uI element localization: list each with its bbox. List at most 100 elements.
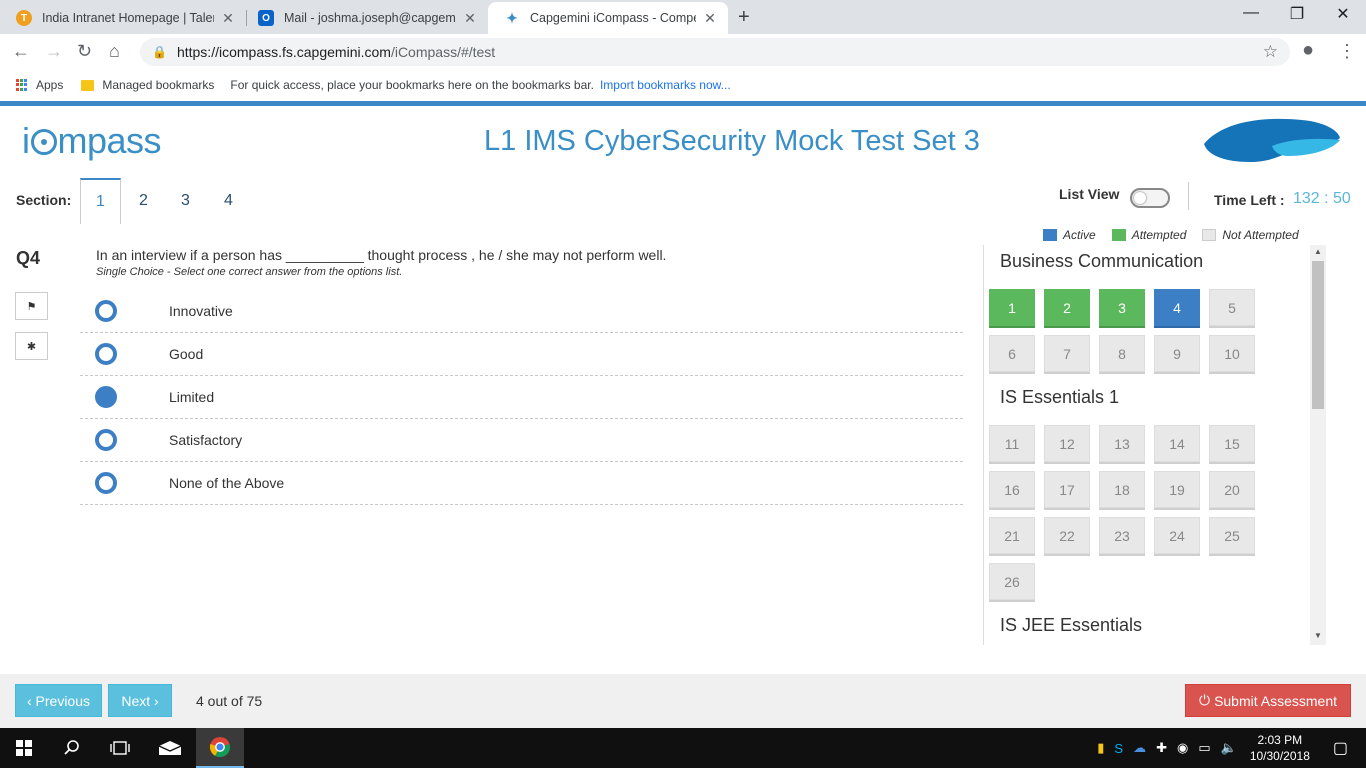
clock-date: 10/30/2018 bbox=[1249, 749, 1310, 763]
action-center-icon[interactable]: ▢ bbox=[1333, 738, 1348, 758]
question-button-13[interactable]: 13 bbox=[1099, 425, 1145, 462]
import-bookmarks-link[interactable]: Import bookmarks now... bbox=[600, 78, 731, 92]
question-button-14[interactable]: 14 bbox=[1154, 425, 1200, 462]
question-button-9[interactable]: 9 bbox=[1154, 335, 1200, 372]
header-accent-line bbox=[0, 101, 1366, 106]
minimize-icon[interactable]: — bbox=[1228, 4, 1274, 22]
question-button-8[interactable]: 8 bbox=[1099, 335, 1145, 372]
submit-assessment-button[interactable]: ⏻ Submit Assessment bbox=[1185, 684, 1351, 717]
taskbar-clock[interactable]: 2:03 PM 10/30/2018 bbox=[1250, 732, 1310, 764]
question-button-7[interactable]: 7 bbox=[1044, 335, 1090, 372]
section-bar: Section: 1 2 3 4 List View Time Left : 1… bbox=[0, 178, 1366, 224]
compass-icon: ✦ bbox=[506, 9, 518, 26]
question-button-19[interactable]: 19 bbox=[1154, 471, 1200, 508]
radio-button[interactable] bbox=[95, 300, 117, 322]
profile-icon[interactable]: ● bbox=[1302, 39, 1314, 62]
question-button-4[interactable]: 4 bbox=[1154, 289, 1200, 326]
scroll-down-icon[interactable]: ▼ bbox=[1310, 631, 1326, 640]
next-button[interactable]: Next › bbox=[108, 684, 172, 717]
option-row[interactable]: Good bbox=[80, 333, 963, 376]
logo-suffix: mpass bbox=[57, 120, 162, 161]
icompass-logo: i mpass bbox=[22, 120, 162, 162]
close-window-icon[interactable]: ✕ bbox=[1320, 4, 1366, 24]
question-palette: Business Communication 1 2 3 4 5 6 7 8 9 10 IS Esse… bbox=[983, 245, 1326, 645]
logo-prefix: i bbox=[22, 120, 30, 161]
managed-bookmarks[interactable]: Managed bookmarks bbox=[102, 78, 214, 92]
section-tab-2[interactable]: 2 bbox=[123, 178, 164, 224]
apps-grid-icon bbox=[16, 79, 28, 91]
browser-tab-mail[interactable]: O Mail - joshma.joseph@capgemin ✕ bbox=[242, 2, 488, 34]
question-button-20[interactable]: 20 bbox=[1209, 471, 1255, 508]
section-tab-4[interactable]: 4 bbox=[208, 178, 249, 224]
section-tab-1[interactable]: 1 bbox=[80, 178, 121, 224]
question-button-1[interactable]: 1 bbox=[989, 289, 1035, 326]
question-button-17[interactable]: 17 bbox=[1044, 471, 1090, 508]
new-tab-icon[interactable]: + bbox=[738, 6, 750, 29]
close-tab-icon[interactable]: ✕ bbox=[702, 10, 718, 27]
question-button-15[interactable]: 15 bbox=[1209, 425, 1255, 462]
task-view-icon[interactable] bbox=[96, 728, 144, 768]
radio-button[interactable] bbox=[95, 343, 117, 365]
question-button-12[interactable]: 12 bbox=[1044, 425, 1090, 462]
report-bug-button[interactable]: ✱ bbox=[15, 332, 48, 360]
power-icon: ⏻ bbox=[1198, 692, 1211, 708]
close-tab-icon[interactable]: ✕ bbox=[220, 10, 236, 27]
question-button-22[interactable]: 22 bbox=[1044, 517, 1090, 554]
clock-time: 2:03 PM bbox=[1257, 733, 1303, 747]
close-tab-icon[interactable]: ✕ bbox=[462, 10, 478, 27]
forward-icon[interactable]: → bbox=[45, 41, 63, 62]
section-label: Section: bbox=[16, 192, 72, 208]
chrome-taskbar-icon[interactable] bbox=[196, 728, 244, 768]
vpn-icon[interactable]: ◉ bbox=[1177, 740, 1188, 756]
option-row[interactable]: None of the Above bbox=[80, 462, 963, 505]
onedrive-icon[interactable]: ☁ bbox=[1133, 740, 1146, 756]
question-button-6[interactable]: 6 bbox=[989, 335, 1035, 372]
skype-icon[interactable]: S bbox=[1114, 741, 1123, 756]
tray-shield-icon[interactable]: ▮ bbox=[1097, 740, 1104, 756]
apps-shortcut[interactable]: Apps bbox=[16, 78, 63, 92]
radio-button-selected[interactable] bbox=[95, 386, 117, 408]
question-button-18[interactable]: 18 bbox=[1099, 471, 1145, 508]
mail-icon[interactable] bbox=[146, 728, 194, 768]
question-button-3[interactable]: 3 bbox=[1099, 289, 1145, 326]
question-button-26[interactable]: 26 bbox=[989, 563, 1035, 600]
defender-icon[interactable]: ✚ bbox=[1156, 740, 1167, 756]
bookmark-star-icon[interactable]: ☆ bbox=[1263, 42, 1278, 62]
maximize-icon[interactable]: ❐ bbox=[1274, 4, 1320, 24]
home-icon[interactable]: ⌂ bbox=[109, 41, 120, 62]
search-icon[interactable] bbox=[48, 728, 96, 768]
list-view-toggle[interactable] bbox=[1130, 188, 1170, 208]
browser-tab-intranet[interactable]: T India Intranet Homepage | Talent ✕ bbox=[0, 2, 246, 34]
question-button-11[interactable]: 11 bbox=[989, 425, 1035, 462]
question-button-24[interactable]: 24 bbox=[1154, 517, 1200, 554]
flag-button[interactable]: ⚑ bbox=[15, 292, 48, 320]
question-button-21[interactable]: 21 bbox=[989, 517, 1035, 554]
palette-scrollbar[interactable]: ▲ ▼ bbox=[1310, 245, 1326, 645]
question-button-2[interactable]: 2 bbox=[1044, 289, 1090, 326]
scroll-thumb[interactable] bbox=[1312, 261, 1324, 409]
browser-tab-icompass[interactable]: ✦ Capgemini iCompass - Compete ✕ bbox=[488, 2, 728, 34]
back-icon[interactable]: ← bbox=[12, 41, 30, 62]
network-icon[interactable]: ▭ bbox=[1198, 740, 1210, 756]
scroll-up-icon[interactable]: ▲ bbox=[1310, 247, 1326, 256]
question-button-5[interactable]: 5 bbox=[1209, 289, 1255, 326]
previous-button[interactable]: ‹ Previous bbox=[15, 684, 102, 717]
reload-icon[interactable]: ↻ bbox=[77, 41, 92, 62]
radio-button[interactable] bbox=[95, 472, 117, 494]
option-row[interactable]: Innovative bbox=[80, 290, 963, 333]
url-input[interactable]: 🔒 https://icompass.fs.capgemini.com/iCom… bbox=[140, 38, 1290, 66]
question-button-25[interactable]: 25 bbox=[1209, 517, 1255, 554]
question-button-16[interactable]: 16 bbox=[989, 471, 1035, 508]
legend-active: Active bbox=[1043, 228, 1096, 242]
option-row[interactable]: Satisfactory bbox=[80, 419, 963, 462]
option-row[interactable]: Limited bbox=[80, 376, 963, 419]
volume-icon[interactable]: 🔈 bbox=[1221, 740, 1237, 756]
question-button-23[interactable]: 23 bbox=[1099, 517, 1145, 554]
question-progress: 4 out of 75 bbox=[196, 693, 263, 709]
radio-button[interactable] bbox=[95, 429, 117, 451]
windows-start-icon[interactable] bbox=[0, 728, 48, 768]
question-button-10[interactable]: 10 bbox=[1209, 335, 1255, 372]
bug-icon: ✱ bbox=[26, 340, 37, 353]
section-tab-3[interactable]: 3 bbox=[165, 178, 206, 224]
menu-kebab-icon[interactable]: ⋮ bbox=[1338, 41, 1356, 62]
